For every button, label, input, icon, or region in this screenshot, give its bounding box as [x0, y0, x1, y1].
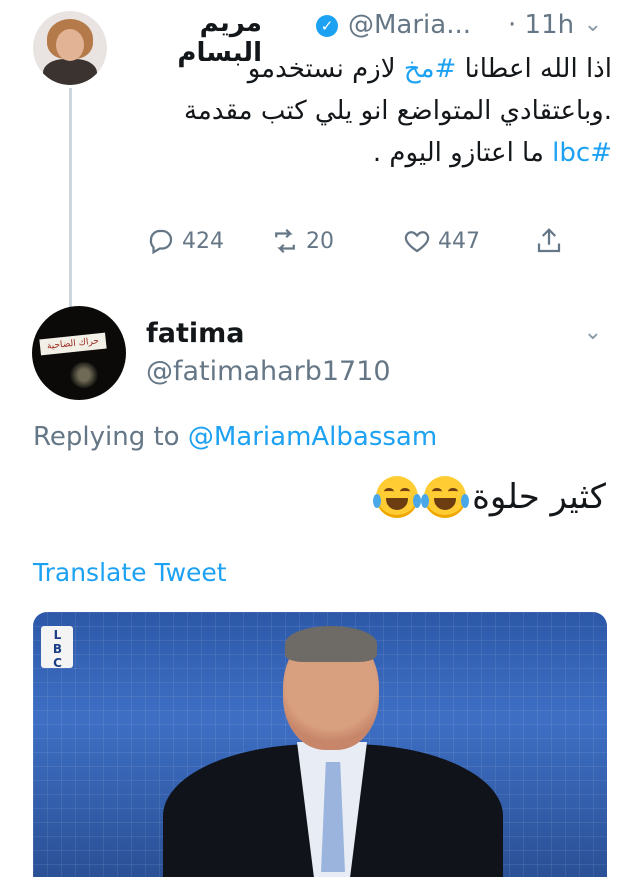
avatar-banner: حراك الضاحية — [39, 332, 107, 356]
retweet-icon — [275, 228, 295, 254]
tears-of-joy-emoji-icon — [373, 476, 422, 518]
tears-of-joy-emoji-icon — [421, 476, 470, 518]
thread-line — [69, 88, 72, 310]
replying-to-mention[interactable]: @MariamAlbassam — [188, 422, 437, 452]
media-person-hair — [285, 626, 377, 662]
reply-button[interactable]: 424 — [146, 226, 224, 256]
reply-text-content: كثير حلوة — [472, 477, 606, 517]
tweet-media-image[interactable]: LBC — [33, 612, 607, 877]
heart-icon — [404, 231, 430, 253]
tweet-time[interactable]: · 11h — [508, 10, 574, 40]
like-count: 447 — [438, 228, 480, 254]
avatar-light — [70, 362, 98, 388]
tweet-text-part: اذا الله اعطانا — [456, 54, 612, 84]
tweet-text-part: ما اعتازو اليوم . — [372, 138, 553, 168]
author-handle[interactable]: @Maria... — [348, 10, 471, 40]
reply-count: 424 — [182, 228, 224, 254]
replying-to: Replying to @MariamAlbassam — [33, 422, 437, 452]
chevron-down-icon[interactable]: ⌄ — [584, 12, 602, 37]
replying-to-label: Replying to — [33, 422, 180, 452]
lbc-logo-text: LBC — [50, 628, 65, 670]
verified-badge-icon: ✓ — [316, 15, 338, 37]
reply-icon — [149, 229, 173, 255]
avatar-body — [43, 59, 97, 85]
reply-text: كثير حلوة — [330, 472, 606, 522]
author-avatar[interactable] — [33, 11, 107, 85]
tweet-text: اذا الله اعطانا #مخ لازم نستخدمو .وباعتق… — [140, 48, 612, 174]
avatar-face — [56, 29, 84, 61]
reply-author-handle[interactable]: @fatimaharb1710 — [146, 356, 391, 387]
translate-tweet-link[interactable]: Translate Tweet — [33, 558, 227, 587]
reply-author-avatar[interactable]: حراك الضاحية — [32, 306, 126, 400]
tweet-actions: 424 20 447 — [140, 226, 580, 262]
hashtag-link[interactable]: #lbc — [552, 138, 612, 168]
retweet-count: 20 — [306, 228, 334, 254]
share-icon — [537, 228, 561, 253]
lbc-logo: LBC — [41, 626, 73, 670]
chevron-down-icon[interactable]: ⌄ — [584, 320, 602, 345]
share-button[interactable] — [534, 226, 564, 256]
tweet-header: · 11h @Maria... ✓ مريم البسام ⌄ — [140, 6, 602, 68]
like-button[interactable]: 447 — [402, 226, 480, 256]
hashtag-link[interactable]: #مخ — [404, 54, 457, 84]
reply-author-display-name[interactable]: fatima — [146, 318, 244, 349]
retweet-button[interactable]: 20 — [270, 226, 334, 256]
